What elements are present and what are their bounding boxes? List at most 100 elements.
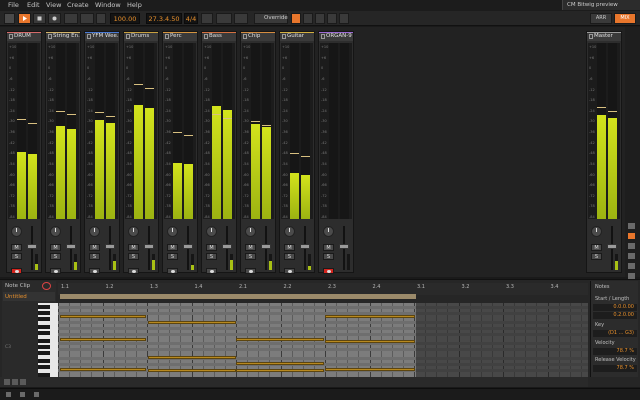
midi-note[interactable] — [325, 368, 415, 371]
velocity-field[interactable]: 78.7 % — [593, 348, 637, 355]
channel-header[interactable]: ORGAN-9 — [319, 32, 353, 41]
menu-view[interactable]: View — [46, 1, 61, 9]
midi-note[interactable] — [148, 369, 236, 372]
mute-button[interactable]: M — [245, 244, 256, 251]
mute-button[interactable]: M — [284, 244, 295, 251]
midi-note[interactable] — [60, 368, 146, 371]
solo-button[interactable]: S — [323, 253, 334, 260]
pan-knob[interactable] — [206, 226, 217, 237]
record-arm-button[interactable] — [128, 268, 139, 274]
channel-header[interactable]: YFM Wee... — [85, 32, 119, 41]
midi-note[interactable] — [60, 315, 146, 318]
volume-fader-handle[interactable] — [183, 244, 193, 249]
black-key[interactable] — [38, 345, 50, 349]
volume-fader-handle[interactable] — [144, 244, 154, 249]
solo-button[interactable]: S — [591, 253, 602, 260]
black-key[interactable] — [38, 351, 50, 355]
solo-button[interactable]: S — [206, 253, 217, 260]
pan-knob[interactable] — [50, 226, 61, 237]
pencil-tool-button[interactable] — [303, 13, 313, 24]
channel-header[interactable]: Drums — [124, 32, 158, 41]
black-key[interactable] — [38, 311, 50, 315]
pan-knob[interactable] — [128, 226, 139, 237]
mute-button[interactable]: M — [323, 244, 334, 251]
volume-fader-handle[interactable] — [105, 244, 115, 249]
device-icon[interactable] — [628, 233, 635, 239]
channel-header[interactable]: DRUM — [7, 32, 41, 41]
note-start-field[interactable]: 0.0.0.00 — [593, 304, 637, 311]
midi-note[interactable] — [148, 356, 236, 359]
midi-note[interactable] — [236, 338, 324, 341]
midi-note[interactable] — [236, 369, 324, 372]
channel-header[interactable]: Guitar — [280, 32, 314, 41]
metronome-button[interactable] — [96, 13, 106, 24]
record-arm-button[interactable] — [167, 268, 178, 274]
black-key[interactable] — [38, 325, 50, 329]
channel-header[interactable]: Chip — [241, 32, 275, 41]
volume-fader-handle[interactable] — [300, 244, 310, 249]
menu-icon[interactable] — [4, 13, 15, 24]
note-key-field[interactable]: (D1 ... G3) — [593, 330, 637, 337]
editor-footer-icon-3[interactable] — [20, 379, 26, 385]
menu-edit[interactable]: Edit — [27, 1, 40, 9]
midi-note[interactable] — [325, 340, 415, 343]
volume-fader-handle[interactable] — [261, 244, 271, 249]
browser-icon[interactable] — [628, 223, 635, 229]
status-icon-2[interactable] — [20, 392, 25, 397]
midi-note[interactable] — [148, 321, 236, 324]
menu-create[interactable]: Create — [67, 1, 89, 9]
audition-tool-button[interactable] — [339, 13, 349, 24]
midi-note[interactable] — [325, 315, 415, 318]
record-arm-button[interactable] — [206, 268, 217, 274]
time-signature-display[interactable]: 4/4 — [184, 13, 198, 24]
position-display[interactable]: 27.3.4.50 — [146, 13, 182, 24]
automation-button[interactable] — [64, 13, 78, 24]
solo-button[interactable]: S — [128, 253, 139, 260]
pan-knob[interactable] — [323, 226, 334, 237]
pan-knob[interactable] — [167, 226, 178, 237]
eraser-tool-button[interactable] — [315, 13, 325, 24]
solo-button[interactable]: S — [284, 253, 295, 260]
loop-region[interactable] — [60, 294, 416, 299]
menu-file[interactable]: File — [8, 1, 19, 9]
piano-keyboard[interactable] — [38, 303, 58, 377]
status-icon-3[interactable] — [34, 392, 39, 397]
inspector-icon[interactable] — [628, 243, 635, 249]
mute-button[interactable]: M — [591, 244, 602, 251]
record-arm-button[interactable] — [323, 268, 334, 274]
record-arm-button[interactable] — [11, 268, 22, 274]
channel-header[interactable]: Bass — [202, 32, 236, 41]
loop-button[interactable] — [80, 13, 94, 24]
channel-header[interactable]: String En... — [46, 32, 80, 41]
punch-in-button[interactable] — [201, 13, 213, 24]
play-button[interactable] — [18, 13, 31, 24]
arrange-view-tab[interactable]: ARR — [590, 13, 612, 24]
record-button[interactable] — [48, 13, 61, 24]
pan-knob[interactable] — [11, 226, 22, 237]
black-key[interactable] — [38, 359, 50, 363]
mute-button[interactable]: M — [11, 244, 22, 251]
clip-name[interactable]: Untitled — [5, 294, 27, 300]
record-arm-button[interactable] — [89, 268, 100, 274]
black-key[interactable] — [38, 339, 50, 343]
mute-button[interactable]: M — [50, 244, 61, 251]
tempo-display[interactable]: 100.00 — [110, 13, 140, 24]
mix-view-tab[interactable]: MIX — [614, 13, 636, 24]
solo-button[interactable]: S — [245, 253, 256, 260]
solo-button[interactable]: S — [11, 253, 22, 260]
mute-button[interactable]: M — [89, 244, 100, 251]
volume-fader-handle[interactable] — [607, 244, 617, 249]
pan-knob[interactable] — [89, 226, 100, 237]
midi-note[interactable] — [60, 338, 146, 341]
channel-header[interactable]: Master — [587, 32, 621, 41]
note-length-field[interactable]: 0.2.0.00 — [593, 312, 637, 319]
mute-button[interactable]: M — [167, 244, 178, 251]
volume-fader-handle[interactable] — [66, 244, 76, 249]
stop-button[interactable] — [33, 13, 46, 24]
menu-window[interactable]: Window — [95, 1, 121, 9]
volume-fader-handle[interactable] — [339, 244, 349, 249]
automation-icon[interactable] — [628, 253, 635, 259]
release-velocity-field[interactable]: 78.7 % — [593, 365, 637, 372]
expressions-icon[interactable] — [628, 263, 635, 269]
groove-button[interactable] — [216, 13, 232, 24]
